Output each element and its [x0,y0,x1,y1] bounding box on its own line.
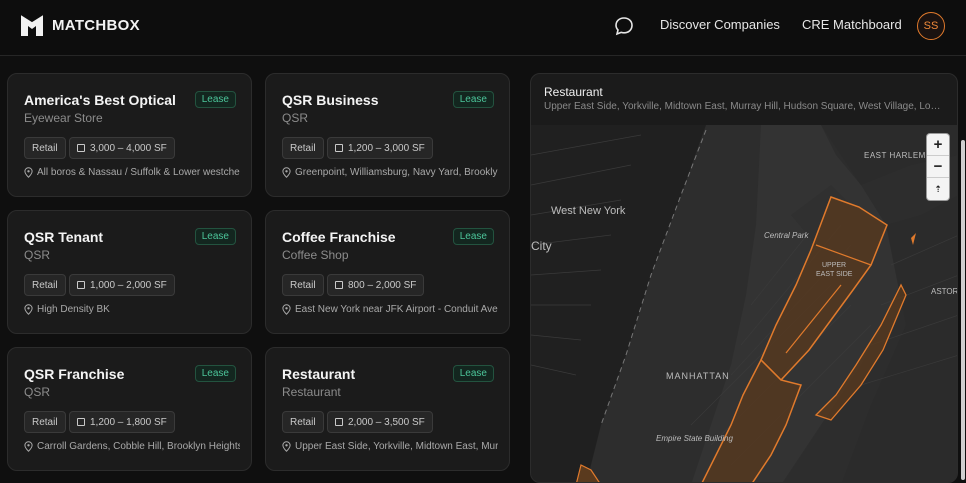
listing-title: QSR Tenant [24,229,104,245]
map-panel-title: Restaurant [544,85,603,99]
square-footage-icon [335,281,343,289]
listing-card[interactable]: QSR Business QSR Lease Retail 1,200 – 3,000 … [265,73,510,197]
map-label-empire-state: Empire State Building [656,434,733,443]
nav-cre-matchboard[interactable]: CRE Matchboard [802,17,902,32]
map-label-city: City [531,239,552,253]
size-chip: 1,200 – 1,800 SF [69,411,175,433]
size-chip: 2,000 – 3,500 SF [327,411,433,433]
listing-location: High Density BK [24,304,240,315]
size-chip: 800 – 2,000 SF [327,274,425,296]
location-text: Greenpoint, Williamsburg, Navy Yard, Bro… [295,167,498,178]
location-text: High Density BK [37,304,110,315]
property-type-chip: Retail [24,137,66,159]
chat-bubble-icon[interactable] [613,15,635,37]
map-label-upper-east-side-1: UPPER [822,262,847,269]
map-label-astoria: ASTOR [931,287,958,296]
top-navigation-bar: MATCHBOX Discover Companies CRE Matchboa… [0,0,966,56]
listing-title: QSR Franchise [24,366,125,382]
property-type-chip: Retail [282,274,324,296]
location-pin-icon [282,167,291,178]
lease-badge: Lease [452,365,494,382]
square-footage-icon [77,418,85,426]
listing-title: Coffee Franchise [282,229,396,245]
listing-category: Restaurant [282,385,341,399]
square-footage-icon [77,281,85,289]
listing-location: All boros & Nassau / Suffolk & Lower wes… [24,167,240,178]
lease-badge: Lease [452,91,494,108]
property-type-chip: Retail [282,137,324,159]
square-footage-icon [77,144,85,152]
brand-name: MATCHBOX [52,16,140,34]
location-pin-icon [24,441,33,452]
listing-card[interactable]: Restaurant Restaurant Lease Retail 2,000 – 3… [265,347,510,471]
compass-reset-button[interactable]: ⇡ [927,178,949,200]
size-range: 800 – 2,000 SF [348,279,417,291]
listing-category: QSR [24,248,51,262]
location-text: Carroll Gardens, Cobble Hill, Brooklyn H… [37,441,240,452]
listing-location: East New York near JFK Airport - Conduit… [282,304,498,315]
listing-category: Coffee Shop [282,248,349,262]
map-view[interactable]: EAST HARLEM West New York City Central P… [531,125,958,483]
location-text: Upper East Side, Yorkville, Midtown East… [295,441,498,452]
listing-location: Upper East Side, Yorkville, Midtown East… [282,441,498,452]
listing-location: Carroll Gardens, Cobble Hill, Brooklyn H… [24,441,240,452]
map-canvas[interactable] [531,125,958,483]
map-label-upper-east-side-2: EAST SIDE [816,271,853,278]
page-scrollbar[interactable] [961,140,965,480]
lease-badge: Lease [194,365,236,382]
map-label-central-park: Central Park [764,231,809,240]
listing-category: Eyewear Store [24,111,103,125]
size-range: 1,200 – 3,000 SF [348,142,425,154]
square-footage-icon [335,144,343,152]
brand-logo[interactable]: MATCHBOX [20,13,140,37]
property-type-chip: Retail [24,411,66,433]
size-chip: 3,000 – 4,000 SF [69,137,175,159]
zoom-in-button[interactable]: + [927,134,949,156]
listing-title: Restaurant [282,366,356,382]
location-pin-icon [282,441,291,452]
lease-badge: Lease [194,91,236,108]
user-avatar[interactable]: SS [917,12,945,40]
listing-card[interactable]: QSR Franchise QSR Lease Retail 1,200 – 1,800… [7,347,252,471]
size-chip: 1,000 – 2,000 SF [69,274,175,296]
matchbox-logo-icon [20,13,44,36]
listing-title: America's Best Optical [24,92,176,108]
map-zoom-controls: + − ⇡ [927,134,949,200]
listing-card[interactable]: Coffee Franchise Coffee Shop Lease Retail 80… [265,210,510,334]
map-panel: Restaurant Upper East Side, Yorkville, M… [530,73,958,483]
size-range: 2,000 – 3,500 SF [348,416,425,428]
location-text: East New York near JFK Airport - Conduit… [295,304,498,315]
map-label-manhattan: MANHATTAN [666,371,730,381]
listing-category: QSR [24,385,51,399]
listing-category: QSR [282,111,309,125]
square-footage-icon [335,418,343,426]
listing-location: Greenpoint, Williamsburg, Navy Yard, Bro… [282,167,498,178]
listing-title: QSR Business [282,92,379,108]
listing-card[interactable]: America's Best Optical Eyewear Store Lease… [7,73,252,197]
size-chip: 1,200 – 3,000 SF [327,137,433,159]
listing-card[interactable]: QSR Tenant QSR Lease Retail 1,000 – 2,000 SF… [7,210,252,334]
location-pin-icon [282,304,291,315]
size-range: 3,000 – 4,000 SF [90,142,167,154]
nav-discover-companies[interactable]: Discover Companies [660,17,780,32]
size-range: 1,200 – 1,800 SF [90,416,167,428]
lease-badge: Lease [194,228,236,245]
map-label-east-harlem: EAST HARLEM [864,151,926,160]
lease-badge: Lease [452,228,494,245]
map-panel-locations: Upper East Side, Yorkville, Midtown East… [544,101,944,112]
property-type-chip: Retail [24,274,66,296]
location-text: All boros & Nassau / Suffolk & Lower wes… [37,167,240,178]
size-range: 1,000 – 2,000 SF [90,279,167,291]
location-pin-icon [24,304,33,315]
property-type-chip: Retail [282,411,324,433]
map-label-west-new-york: West New York [551,205,626,217]
location-pin-icon [24,167,33,178]
zoom-out-button[interactable]: − [927,156,949,178]
